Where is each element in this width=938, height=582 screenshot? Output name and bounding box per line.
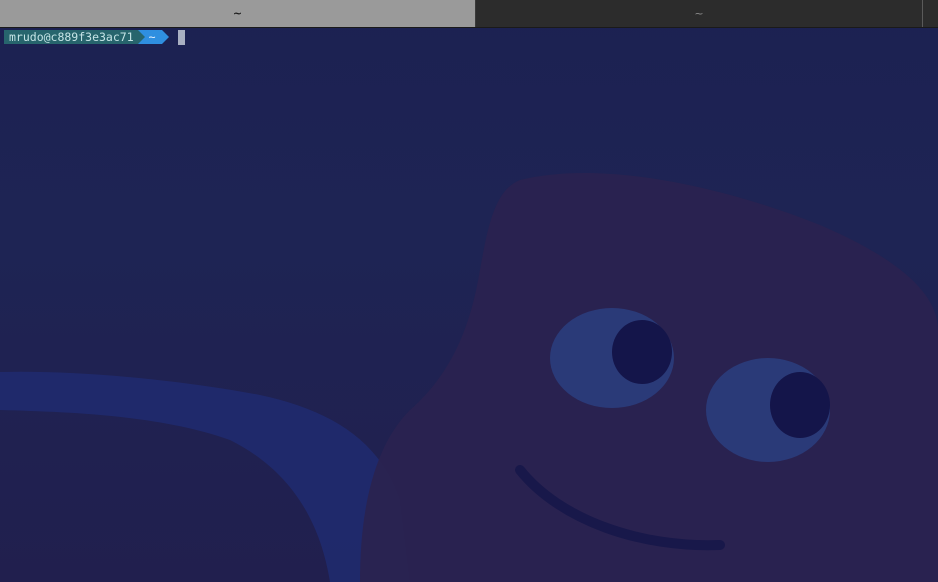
tab-label: ~ <box>232 7 243 20</box>
terminal-output[interactable]: mrudo@c889f3e3ac71 ~ <box>0 28 938 582</box>
prompt-user-host: mrudo@c889f3e3ac71 <box>4 30 138 44</box>
prompt-end-icon <box>161 30 169 44</box>
terminal-window: ~ ~ mrudo@c889f3e3ac71 ~ <box>0 0 938 582</box>
tab-home-inactive[interactable]: ~ <box>475 0 922 27</box>
tab-bar: ~ ~ <box>0 0 938 28</box>
new-tab-button[interactable] <box>922 0 938 27</box>
tab-label: ~ <box>694 7 704 20</box>
prompt-line: mrudo@c889f3e3ac71 ~ <box>4 29 185 45</box>
tab-home-active[interactable]: ~ <box>0 0 475 27</box>
prompt-separator-icon <box>137 30 145 44</box>
text-cursor <box>177 29 185 45</box>
prompt-directory: ~ <box>144 30 162 44</box>
